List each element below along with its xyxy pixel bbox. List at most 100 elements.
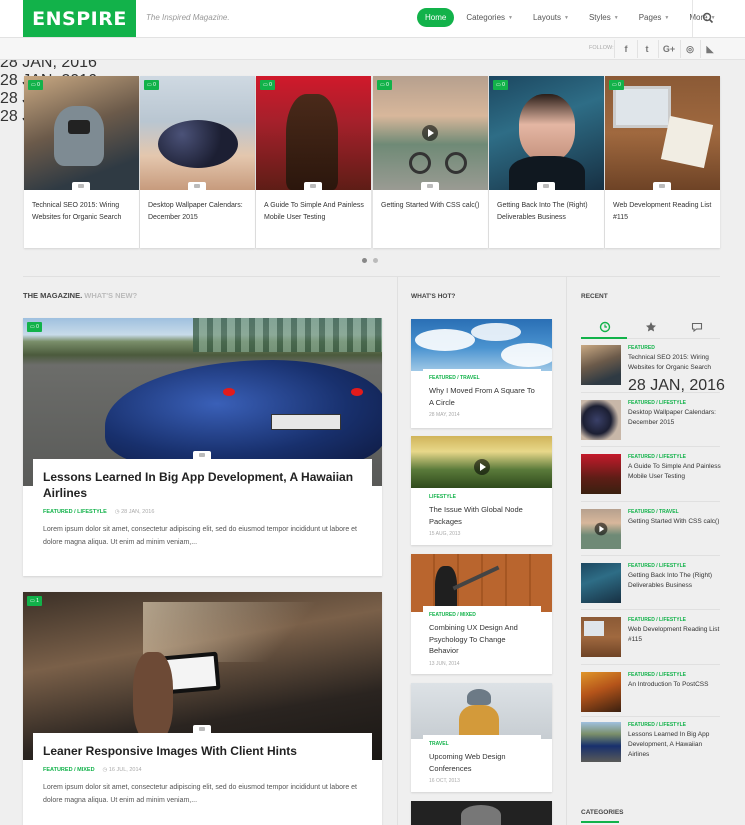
- recent-item[interactable]: FEATURED / LIFESTYLE A Guide To Simple A…: [581, 454, 723, 504]
- recent-thumb: [581, 509, 621, 549]
- column-divider: [397, 276, 398, 825]
- post-categories[interactable]: FEATURED / LIFESTYLE: [628, 722, 686, 728]
- nav-item-home[interactable]: Home: [417, 8, 455, 27]
- post-image: [411, 683, 552, 739]
- comment-count: 0: [153, 82, 156, 88]
- divider: [581, 501, 720, 502]
- search-icon[interactable]: [702, 12, 714, 24]
- post-title[interactable]: Web Development Reading List #115: [628, 625, 723, 645]
- post-title[interactable]: The Issue With Global Node Packages: [429, 504, 535, 527]
- post-categories[interactable]: FEATURED / LIFESTYLE: [628, 400, 686, 406]
- featured-post[interactable]: ▭ 1 Leaner Responsive Images With Client…: [23, 592, 382, 825]
- star-icon[interactable]: [645, 321, 657, 333]
- clock-icon[interactable]: [599, 321, 611, 333]
- post-date: 28 JAN, 2016: [628, 377, 725, 394]
- comment-count: 0: [37, 82, 40, 88]
- recent-item[interactable]: FEATURED / LIFESTYLE Desktop Wallpaper C…: [581, 400, 720, 450]
- post-categories[interactable]: FEATURED: [628, 345, 655, 351]
- hot-post[interactable]: FEATURED / MIXED Combining UX Design And…: [411, 554, 552, 674]
- site-logo[interactable]: ENSPIRE: [23, 0, 136, 37]
- slide-title[interactable]: Getting Back Into The (Right) Deliverabl…: [497, 200, 597, 224]
- post-card: TRAVEL Upcoming Web Design Conferences 1…: [423, 735, 541, 784]
- post-card: Lessons Learned In Big App Development, …: [33, 451, 372, 549]
- nav-item-categories[interactable]: Categories ▼: [458, 8, 521, 27]
- post-title[interactable]: Upcoming Web Design Conferences: [429, 751, 535, 774]
- recent-item[interactable]: FEATURED / TRAVEL Getting Started With C…: [581, 509, 720, 559]
- slider-item[interactable]: ▭ 0 Desktop Wallpaper Calendars: Decembe…: [140, 76, 255, 248]
- post-title[interactable]: Getting Back Into The (Right) Deliverabl…: [628, 571, 723, 591]
- post-categories[interactable]: FEATURED / TRAVEL: [429, 375, 535, 381]
- slide-title[interactable]: Technical SEO 2015: Wiring Websites for …: [32, 200, 132, 224]
- divider: [658, 40, 659, 58]
- recent-item[interactable]: FEATURED / LIFESTYLE Getting Back Into T…: [581, 563, 720, 613]
- dribbble-icon[interactable]: ◎: [682, 42, 698, 56]
- post-title[interactable]: Lessons Learned In Big App Development, …: [628, 730, 723, 760]
- hot-post[interactable]: FEATURED / TRAVEL Why I Moved From A Squ…: [411, 319, 552, 428]
- slide-title[interactable]: A Guide To Simple And Painless Mobile Us…: [264, 200, 364, 224]
- play-icon[interactable]: [474, 459, 490, 475]
- hot-post[interactable]: LIFESTYLE The Issue With Global Node Pac…: [411, 436, 552, 545]
- slide-title[interactable]: Getting Started With CSS calc(): [381, 200, 481, 212]
- slide-image: [24, 76, 139, 190]
- post-categories[interactable]: FEATURED / LIFESTYLE: [628, 672, 686, 678]
- slider-item[interactable]: ▭ 0 A Guide To Simple And Painless Mobil…: [256, 76, 371, 248]
- nav-label: Categories: [466, 13, 506, 22]
- post-categories[interactable]: FEATURED / LIFESTYLE: [628, 454, 686, 460]
- recent-item[interactable]: FEATURED / LIFESTYLE Lessons Learned In …: [581, 722, 720, 777]
- nav-item-styles[interactable]: Styles ▼: [581, 8, 627, 27]
- image-format-icon: [537, 182, 555, 190]
- slide-image: [605, 76, 720, 190]
- slide-title[interactable]: Web Development Reading List #115: [613, 200, 713, 224]
- rss-icon[interactable]: ◣: [702, 42, 718, 56]
- recent-item[interactable]: FEATURED / LIFESTYLE Web Development Rea…: [581, 617, 720, 667]
- facebook-icon[interactable]: f: [618, 42, 634, 56]
- post-title[interactable]: Why I Moved From A Square To A Circle: [429, 385, 535, 408]
- slider-dot[interactable]: [362, 258, 367, 263]
- play-icon[interactable]: [422, 125, 438, 141]
- post-categories[interactable]: FEATURED / LIFESTYLE: [628, 617, 686, 623]
- section-title: THE MAGAZINE. WHAT'S NEW?: [23, 291, 137, 300]
- slider-item[interactable]: ▭ 0 Getting Started With CSS calc(): [373, 76, 488, 248]
- post-title[interactable]: Desktop Wallpaper Calendars: December 20…: [628, 408, 723, 428]
- comment-count: 0: [618, 82, 621, 88]
- recent-thumb: [581, 722, 621, 762]
- post-date: ◷ 28 JAN, 2016: [114, 509, 155, 515]
- post-title[interactable]: Technical SEO 2015: Wiring Websites for …: [628, 353, 723, 373]
- comment-icon[interactable]: [691, 321, 703, 333]
- post-categories[interactable]: TRAVEL: [429, 741, 535, 747]
- post-title[interactable]: Getting Started With CSS calc(): [628, 517, 723, 527]
- post-categories[interactable]: FEATURED / LIFESTYLE: [628, 563, 686, 569]
- slider-dot[interactable]: [373, 258, 378, 263]
- hot-post[interactable]: TRAVEL Upcoming Web Design Conferences 1…: [411, 683, 552, 792]
- nav-item-layouts[interactable]: Layouts ▼: [525, 8, 577, 27]
- post-title[interactable]: Leaner Responsive Images With Client Hin…: [43, 743, 362, 759]
- post-categories[interactable]: FEATURED / TRAVEL: [628, 509, 679, 515]
- comment-count: 1: [36, 598, 39, 604]
- slider-item[interactable]: ▭ 0 Technical SEO 2015: Wiring Websites …: [24, 76, 139, 248]
- post-categories[interactable]: FEATURED / MIXED: [429, 612, 535, 618]
- hot-post[interactable]: [411, 801, 552, 825]
- post-title[interactable]: An Introduction To PostCSS: [628, 680, 723, 690]
- post-title[interactable]: Combining UX Design And Psychology To Ch…: [429, 622, 535, 657]
- site-header: ENSPIRE The Inspired Magazine. Home Cate…: [0, 0, 745, 38]
- comment-count-badge: ▭ 0: [260, 80, 275, 90]
- slider-item[interactable]: ▭ 0 Getting Back Into The (Right) Delive…: [489, 76, 604, 248]
- slider-item[interactable]: ▭ 0 Web Development Reading List #115: [605, 76, 720, 248]
- nav-item-pages[interactable]: Pages ▼: [631, 8, 678, 27]
- slide-title[interactable]: Desktop Wallpaper Calendars: December 20…: [148, 200, 248, 224]
- divider: [581, 555, 720, 556]
- recent-item[interactable]: FEATURED / LIFESTYLE An Introduction To …: [581, 672, 720, 722]
- post-title[interactable]: A Guide To Simple And Painless Mobile Us…: [628, 462, 723, 482]
- play-icon[interactable]: [594, 522, 608, 536]
- chevron-down-icon: ▼: [613, 14, 619, 21]
- featured-post[interactable]: ▭ 0 Lessons Learned In Big App Developme…: [23, 318, 382, 576]
- image-format-icon: [193, 725, 211, 733]
- post-categories[interactable]: LIFESTYLE: [429, 494, 535, 500]
- post-categories[interactable]: FEATURED / MIXED: [43, 767, 95, 773]
- post-title[interactable]: Lessons Learned In Big App Development, …: [43, 469, 362, 501]
- google-plus-icon[interactable]: G+: [661, 42, 677, 56]
- post-categories[interactable]: FEATURED / LIFESTYLE: [43, 509, 107, 515]
- slide-image: [373, 76, 488, 190]
- twitter-icon[interactable]: t: [639, 42, 655, 56]
- slide-image: [489, 76, 604, 190]
